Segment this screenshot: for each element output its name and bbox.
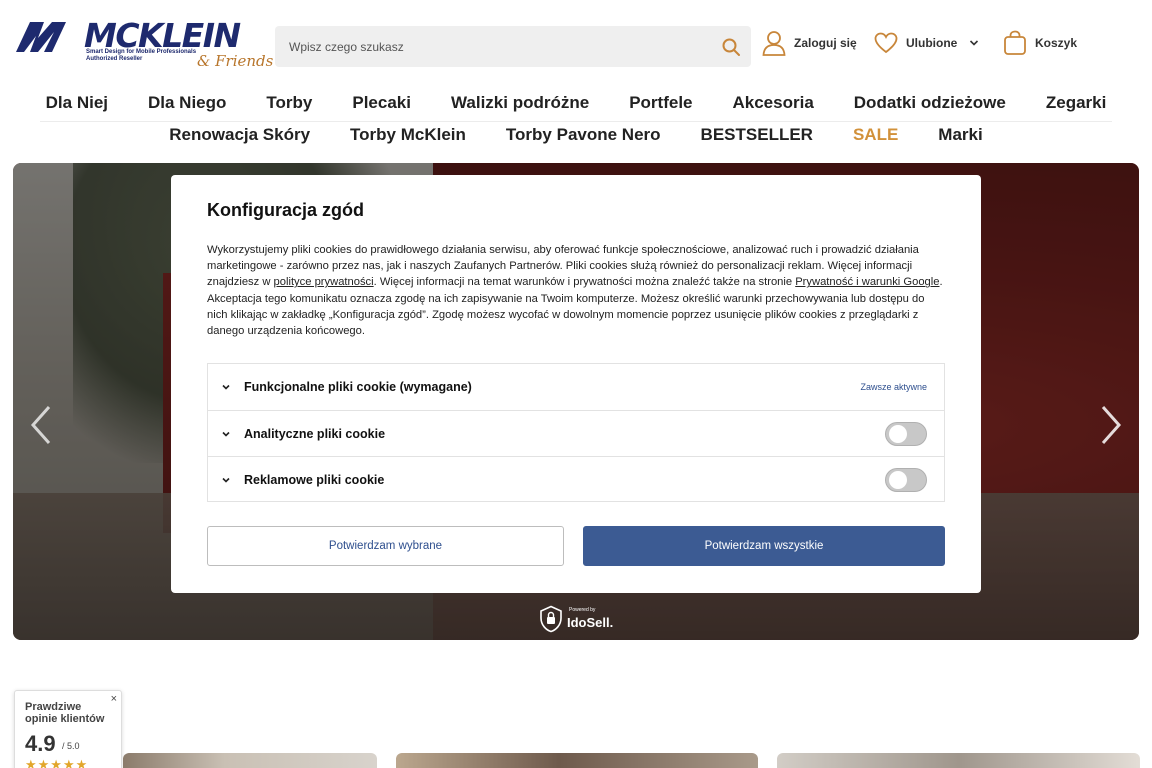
- main-navigation: Dla Niej Dla Niego Torby Plecaki Walizki…: [0, 88, 1152, 154]
- search-input[interactable]: [275, 26, 715, 67]
- dialog-description: Wykorzystujemy pliki cookies do prawidło…: [207, 242, 947, 339]
- nav-item-marki[interactable]: Marki: [938, 120, 982, 150]
- google-privacy-link[interactable]: Prywatność i warunki Google: [795, 276, 939, 288]
- product-thumbnail[interactable]: [396, 753, 758, 768]
- nav-row-primary: Dla Niej Dla Niego Torby Plecaki Walizki…: [0, 88, 1152, 118]
- powered-by-small: Powered by: [569, 607, 596, 613]
- user-icon: [762, 31, 786, 56]
- chevron-down-icon: [222, 384, 230, 390]
- product-thumbnail[interactable]: [123, 753, 377, 768]
- cookie-row-advertising[interactable]: Reklamowe pliki cookie: [208, 456, 944, 502]
- nav-item-renowacja[interactable]: Renowacja Skóry: [169, 120, 310, 150]
- nav-item-walizki[interactable]: Walizki podróżne: [451, 88, 589, 118]
- cookie-row-functional[interactable]: Funkcjonalne pliki cookie (wymagane) Zaw…: [208, 364, 944, 410]
- nav-item-akcesoria[interactable]: Akcesoria: [733, 88, 814, 118]
- login-link[interactable]: Zaloguj się: [762, 28, 857, 58]
- cookie-label-advertising: Reklamowe pliki cookie: [244, 472, 385, 487]
- analytics-toggle[interactable]: [885, 421, 927, 446]
- cookie-label-functional: Funkcjonalne pliki cookie (wymagane): [244, 380, 472, 394]
- chevron-right-icon: [1101, 406, 1122, 444]
- search-button[interactable]: [721, 37, 741, 57]
- logo-tagline: Smart Design for Mobile Professionals: [86, 49, 197, 55]
- logo-tagline-reseller: Authorized Reseller: [86, 56, 143, 62]
- nav-item-dla-niego[interactable]: Dla Niego: [148, 88, 226, 118]
- chevron-left-icon: [30, 406, 51, 444]
- advertising-toggle[interactable]: [885, 467, 927, 492]
- cart-link[interactable]: Koszyk: [1003, 28, 1077, 58]
- nav-item-zegarki[interactable]: Zegarki: [1046, 88, 1106, 118]
- shopping-bag-icon: [1004, 30, 1026, 55]
- chevron-down-icon: [222, 431, 230, 437]
- reviews-score: 4.9: [25, 731, 56, 756]
- lock-shield-icon: [540, 605, 562, 633]
- search-bar: [275, 26, 751, 67]
- nav-item-dodatki[interactable]: Dodatki odzieżowe: [854, 88, 1006, 118]
- powered-by-brand: IdoSell.: [567, 614, 614, 630]
- nav-item-plecaki[interactable]: Plecaki: [352, 88, 411, 118]
- toggle-knob: [889, 424, 907, 443]
- logo-friends: & Friends: [197, 52, 274, 70]
- favorites-link[interactable]: Ulubione: [874, 28, 979, 58]
- reviews-max-score: / 5.0: [62, 741, 80, 751]
- site-header: MCKLEIN Smart Design for Mobile Professi…: [0, 0, 1152, 86]
- nav-item-portfele[interactable]: Portfele: [629, 88, 692, 118]
- logo-mark-icon: [16, 22, 66, 52]
- search-icon: [722, 38, 740, 56]
- nav-item-sale[interactable]: SALE: [853, 120, 898, 150]
- reviews-title: Prawdziwe opinie klientów: [25, 701, 105, 725]
- description-text-2: . Więcej informacji na temat warunków i …: [373, 276, 796, 289]
- chevron-down-icon: [970, 40, 979, 46]
- favorites-label: Ulubione: [906, 36, 958, 50]
- nav-item-torby[interactable]: Torby: [266, 88, 312, 118]
- nav-item-dla-niej[interactable]: Dla Niej: [46, 88, 108, 118]
- reviews-close-button[interactable]: ×: [111, 693, 117, 705]
- dialog-title: Konfiguracja zgód: [207, 200, 364, 220]
- reviews-widget[interactable]: Prawdziwe opinie klientów × 4.9 / 5.0 ★★…: [14, 690, 122, 768]
- product-thumbnail[interactable]: [777, 753, 1140, 768]
- nav-item-torby-mcklein[interactable]: Torby McKlein: [350, 120, 466, 150]
- confirm-all-button[interactable]: Potwierdzam wszystkie: [583, 526, 945, 566]
- login-label: Zaloguj się: [794, 36, 857, 50]
- cookie-consent-dialog: Konfiguracja zgód Wykorzystujemy pliki c…: [171, 175, 981, 593]
- carousel-next-button[interactable]: [1095, 403, 1125, 447]
- toggle-knob: [889, 470, 907, 489]
- cookie-categories: Funkcjonalne pliki cookie (wymagane) Zaw…: [207, 363, 945, 502]
- powered-by-idosell: Powered by IdoSell.: [539, 605, 613, 633]
- heart-icon: [874, 32, 898, 54]
- carousel-prev-button[interactable]: [27, 403, 57, 447]
- confirm-selected-button[interactable]: Potwierdzam wybrane: [207, 526, 564, 566]
- nav-item-bestseller[interactable]: BESTSELLER: [701, 120, 813, 150]
- nav-item-pavone-nero[interactable]: Torby Pavone Nero: [506, 120, 661, 150]
- always-active-status: Zawsze aktywne: [860, 382, 927, 392]
- cart-label: Koszyk: [1035, 36, 1078, 50]
- cookie-row-analytics[interactable]: Analityczne pliki cookie: [208, 410, 944, 456]
- chevron-down-icon: [222, 477, 230, 483]
- nav-row-secondary: Renowacja Skóry Torby McKlein Torby Pavo…: [0, 120, 1152, 150]
- cookie-label-analytics: Analityczne pliki cookie: [244, 426, 386, 441]
- reviews-stars: ★★★★★: [25, 757, 89, 768]
- logo[interactable]: MCKLEIN Smart Design for Mobile Professi…: [14, 16, 273, 72]
- privacy-policy-link[interactable]: polityce prywatności: [274, 276, 374, 288]
